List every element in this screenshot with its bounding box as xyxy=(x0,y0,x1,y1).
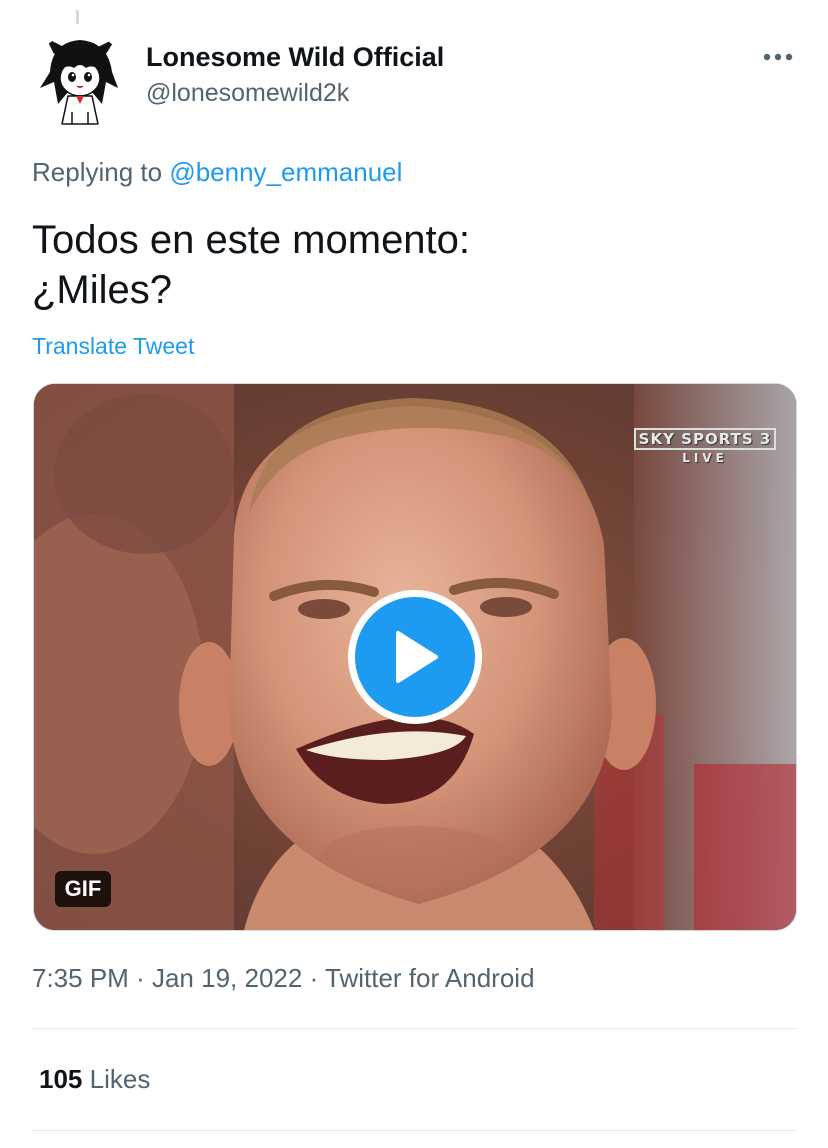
watermark-live: LIVE xyxy=(682,451,728,465)
gif-badge: GIF xyxy=(55,871,111,907)
author-handle[interactable]: @lonesomewild2k xyxy=(146,76,444,110)
thread-connector-line xyxy=(76,10,79,24)
tweet-metadata: 7:35 PM · Jan 19, 2022 · Twitter for And… xyxy=(32,961,535,995)
likes-stat[interactable]: 105 Likes xyxy=(39,1062,150,1096)
replying-to-label: Replying to xyxy=(32,157,163,187)
replying-to: Replying to @benny_emmanuel xyxy=(32,155,402,189)
more-dots-icon xyxy=(763,53,793,61)
avatar[interactable] xyxy=(32,32,128,128)
tweet-source[interactable]: Twitter for Android xyxy=(325,963,535,993)
play-icon xyxy=(396,631,438,683)
meta-separator: · xyxy=(136,963,145,993)
gif-media[interactable]: SKY SPORTS 3 LIVE GIF xyxy=(33,383,797,931)
author-display-name[interactable]: Lonesome Wild Official xyxy=(146,40,444,74)
likes-count: 105 xyxy=(39,1064,83,1094)
channel-watermark: SKY SPORTS 3 LIVE xyxy=(622,428,788,465)
tweet-time[interactable]: 7:35 PM xyxy=(32,963,129,993)
tweet-text-line-2: ¿Miles? xyxy=(32,268,173,312)
author-names: Lonesome Wild Official @lonesomewild2k xyxy=(146,40,444,110)
reply-mention-link[interactable]: @benny_emmanuel xyxy=(169,157,402,187)
translate-tweet-link[interactable]: Translate Tweet xyxy=(32,331,194,361)
watermark-channel: SKY SPORTS 3 xyxy=(633,428,777,450)
divider xyxy=(32,1130,796,1131)
tweet-text-line-1: Todos en este momento: xyxy=(32,218,471,262)
play-button[interactable] xyxy=(348,590,482,724)
meta-separator: · xyxy=(309,963,319,993)
tweet-header: Lonesome Wild Official @lonesomewild2k xyxy=(32,32,798,132)
tweet-text: Todos en este momento: ¿Miles? xyxy=(32,215,470,315)
likes-label: Likes xyxy=(89,1064,151,1094)
divider xyxy=(32,1028,796,1029)
more-options-button[interactable] xyxy=(758,42,798,72)
avatar-cartoon-girl xyxy=(32,32,128,128)
tweet-date[interactable]: Jan 19, 2022 xyxy=(152,963,302,993)
